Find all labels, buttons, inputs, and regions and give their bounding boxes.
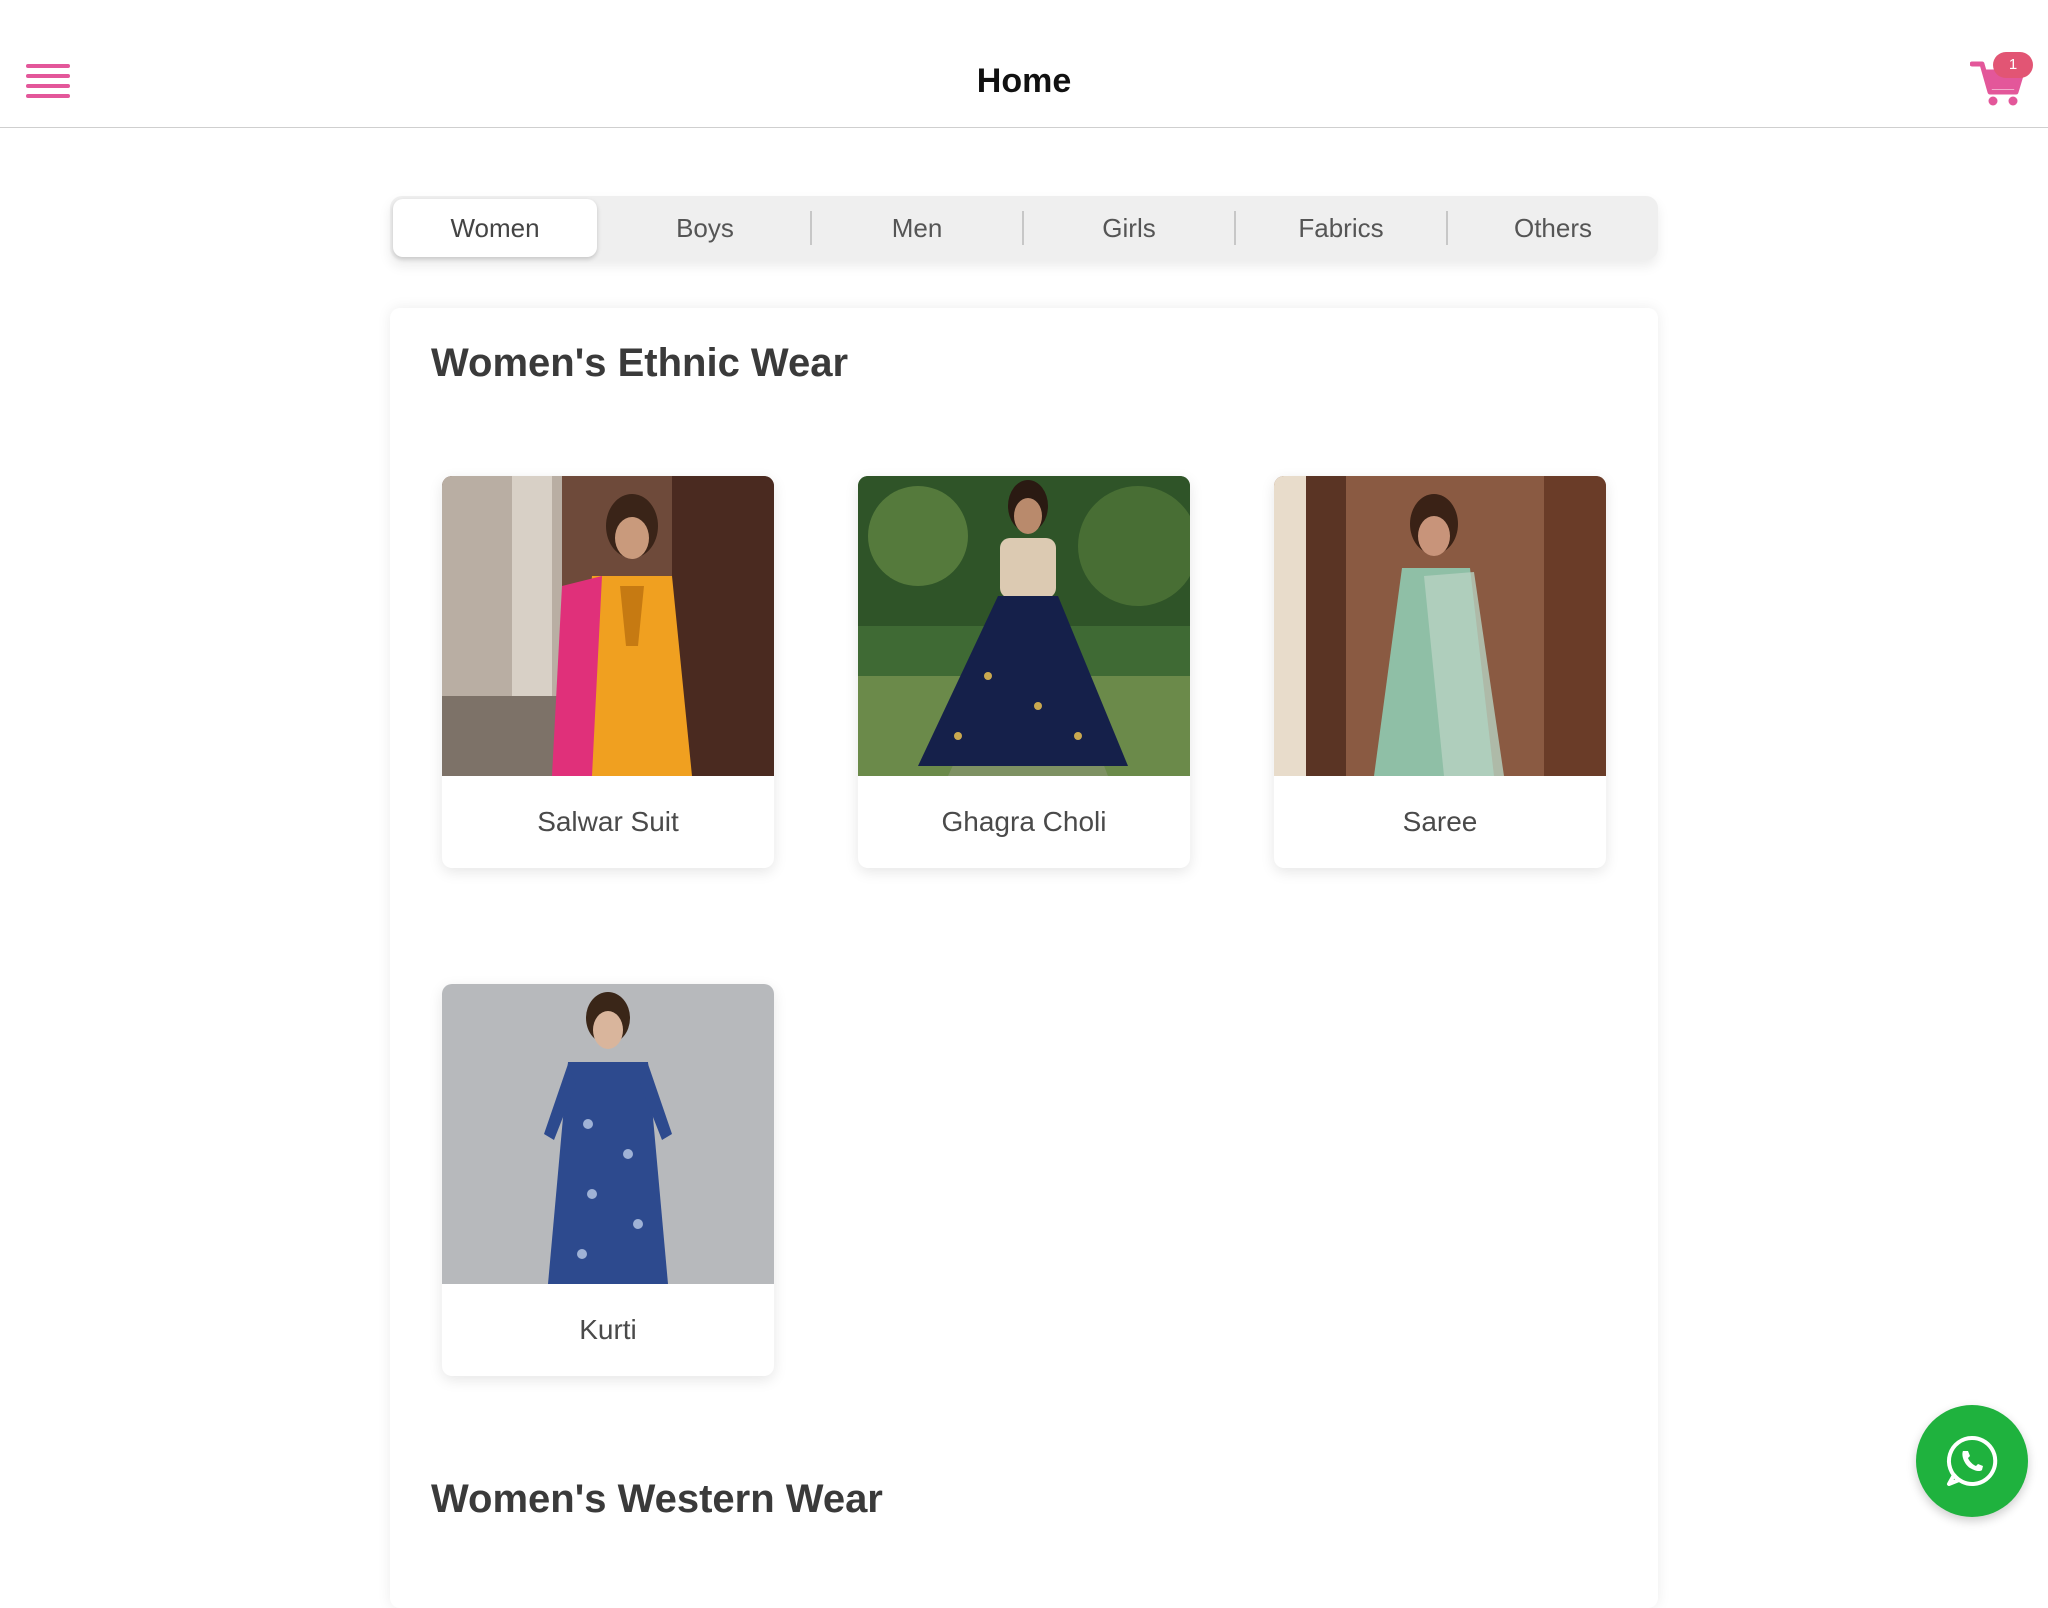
- product-label: Saree: [1402, 806, 1478, 837]
- product-image: [1274, 476, 1606, 776]
- whatsapp-button[interactable]: [1916, 1405, 2028, 1517]
- tab-divider: [1022, 211, 1024, 245]
- tab-fabrics[interactable]: Fabrics: [1239, 199, 1443, 257]
- product-image: [442, 476, 774, 776]
- page-title: Home: [976, 62, 1072, 100]
- product-label: Kurti: [579, 1314, 637, 1345]
- tab-others[interactable]: Others: [1451, 199, 1655, 257]
- tab-girls[interactable]: Girls: [1027, 199, 1231, 257]
- product-card-kurti[interactable]: Kurti: [442, 984, 774, 1376]
- tab-women[interactable]: Women: [393, 199, 597, 257]
- top-app-bar: Home 1: [0, 0, 2048, 128]
- category-panel: Women's Ethnic Wear Salwar Suit Ghagra C…: [390, 308, 1658, 1608]
- tab-divider: [810, 211, 812, 245]
- product-card-saree[interactable]: Saree: [1274, 476, 1606, 868]
- product-card-ghagra-choli[interactable]: Ghagra Choli: [858, 476, 1190, 868]
- section-title-western-wear: Women's Western Wear: [431, 1477, 883, 1521]
- category-tabs: Women Boys Men Girls Fabrics Others: [390, 196, 1658, 260]
- product-label: Ghagra Choli: [941, 806, 1107, 837]
- product-label: Salwar Suit: [537, 806, 679, 837]
- tab-divider: [1234, 211, 1236, 245]
- tab-boys[interactable]: Boys: [603, 199, 807, 257]
- product-image: [858, 476, 1190, 776]
- tab-men[interactable]: Men: [815, 199, 1019, 257]
- product-card-salwar-suit[interactable]: Salwar Suit: [442, 476, 774, 868]
- whatsapp-icon: [1946, 1435, 1998, 1486]
- tab-divider: [1446, 211, 1448, 245]
- product-image: [442, 984, 774, 1284]
- cart-count-badge: 1: [1993, 52, 2033, 78]
- section-title-ethnic-wear: Women's Ethnic Wear: [431, 341, 849, 385]
